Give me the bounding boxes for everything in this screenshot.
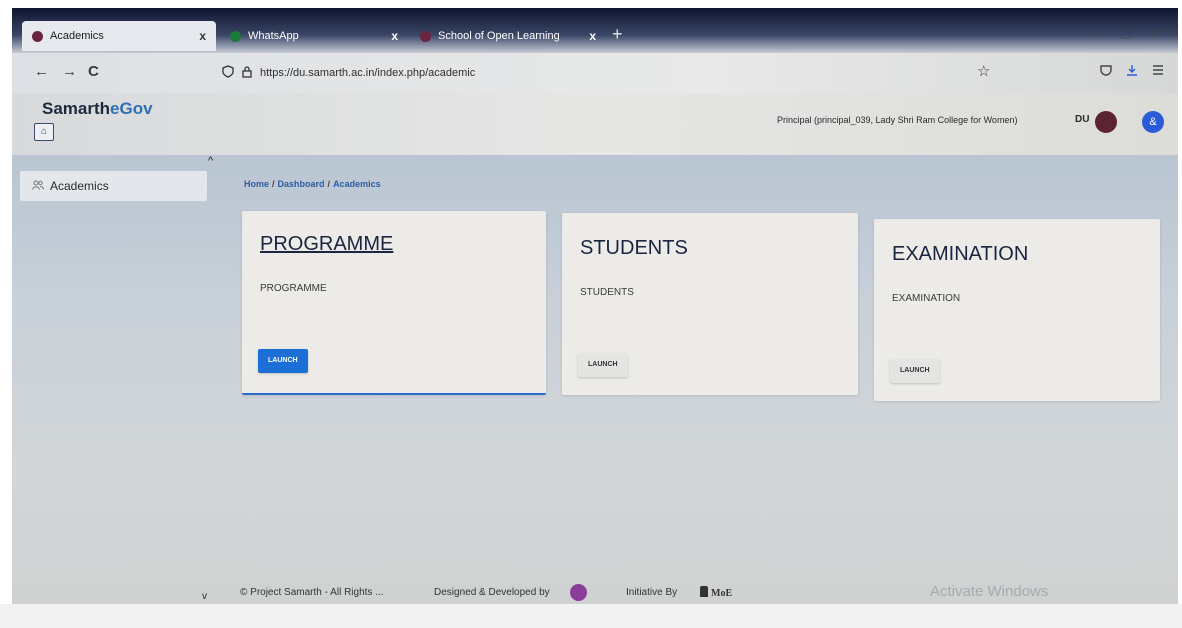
browser-nav-bar: ← → C https://du.samarth.ac.in/index.php… [12,53,1178,93]
screen: Academics x WhatsApp x School of Open Le… [12,8,1178,604]
breadcrumb-academics: Academics [333,179,381,189]
card-description: STUDENTS [580,287,634,298]
user-icon: & [1149,116,1157,128]
tab-school-of-open-learning[interactable]: School of Open Learning x [410,21,606,51]
initiative-text: Initiative By [626,587,678,598]
activate-windows-watermark: Activate Windows [930,583,1049,600]
user-role-info: Principal (principal_039, Lady Shri Ram … [777,115,1018,125]
tab-close-icon[interactable]: x [391,29,398,43]
card-description: EXAMINATION [892,293,961,304]
sidebar-collapse-icon[interactable]: ^ [208,155,213,167]
launch-button[interactable]: LAUNCH [578,353,628,377]
developer-logo-icon [570,584,587,601]
moe-label: MoE [711,588,733,599]
photo-bottom-margin [0,604,1182,628]
tab-whatsapp[interactable]: WhatsApp x [220,21,408,51]
menu-icon[interactable] [1152,64,1164,79]
sidebar-item-label: Academics [50,179,109,193]
close-window-icon[interactable]: ✕ [1152,26,1162,40]
designed-by-text: Designed & Developed by [434,587,550,598]
card-title[interactable]: STUDENTS [580,237,688,260]
new-tab-button[interactable]: + [612,24,623,45]
app-header: SamartheGov ⌂ Principal (principal_039, … [12,93,1178,155]
tab-label: Academics [50,30,104,42]
tab-academics[interactable]: Academics x [22,21,216,51]
user-avatar[interactable]: & [1142,111,1164,133]
launch-button[interactable]: LAUNCH [890,359,940,383]
moe-emblem-icon [700,586,708,597]
whatsapp-icon [230,30,241,42]
copyright-text: © Project Samarth - All Rights ... [240,587,384,598]
minimize-icon[interactable]: – [1090,26,1097,40]
breadcrumb-separator: / [327,179,331,189]
breadcrumb-dashboard[interactable]: Dashboard [278,179,325,189]
address-bar[interactable]: https://du.samarth.ac.in/index.php/acade… [222,59,1032,87]
college-favicon-icon [32,30,43,42]
card-title[interactable]: PROGRAMME [260,233,393,256]
launch-button[interactable]: LAUNCH [258,349,308,373]
examination-card[interactable]: EXAMINATION EXAMINATION LAUNCH [874,219,1160,401]
students-card[interactable]: STUDENTS STUDENTS LAUNCH [562,213,858,395]
reload-icon[interactable]: C [88,63,99,80]
tab-label: WhatsApp [248,30,299,42]
home-button[interactable]: ⌂ [34,123,54,141]
home-icon: ⌂ [40,126,48,137]
breadcrumb-separator: / [272,179,275,189]
university-badge: DU [1075,114,1090,125]
sidebar-item-academics[interactable]: Academics [20,171,207,201]
university-logo-icon[interactable] [1095,111,1117,133]
brand-accent: eGov [110,99,153,118]
main-content: ^ Academics Home / Dashboard / Academics PRO… [12,155,1178,604]
shield-icon [222,65,234,81]
breadcrumb: Home / Dashboard / Academics [244,179,381,189]
programme-card[interactable]: PROGRAMME PROGRAMME LAUNCH [242,211,546,395]
pocket-icon[interactable] [1100,64,1112,79]
browser-tab-strip: Academics x WhatsApp x School of Open Le… [12,8,1178,53]
users-icon [32,180,44,193]
forward-icon[interactable]: → [62,63,77,80]
card-description: PROGRAMME [260,283,327,294]
breadcrumb-home[interactable]: Home [244,179,269,189]
college-favicon-icon [420,30,431,42]
download-icon[interactable] [1126,64,1138,79]
back-icon[interactable]: ← [34,63,49,80]
moe-logo: MoE [700,586,732,599]
card-title[interactable]: EXAMINATION [892,243,1028,266]
bookmark-star-icon[interactable]: ☆ [977,62,990,80]
brand-logo[interactable]: SamartheGov [42,99,153,119]
tab-close-icon[interactable]: x [199,29,206,43]
brand-main: Samarth [42,99,111,118]
tab-label: School of Open Learning [438,30,560,42]
url-text: https://du.samarth.ac.in/index.php/acade… [260,67,476,79]
tab-close-icon[interactable]: x [589,29,596,43]
maximize-icon[interactable]: ▢ [1120,26,1131,40]
lock-icon [242,65,252,81]
